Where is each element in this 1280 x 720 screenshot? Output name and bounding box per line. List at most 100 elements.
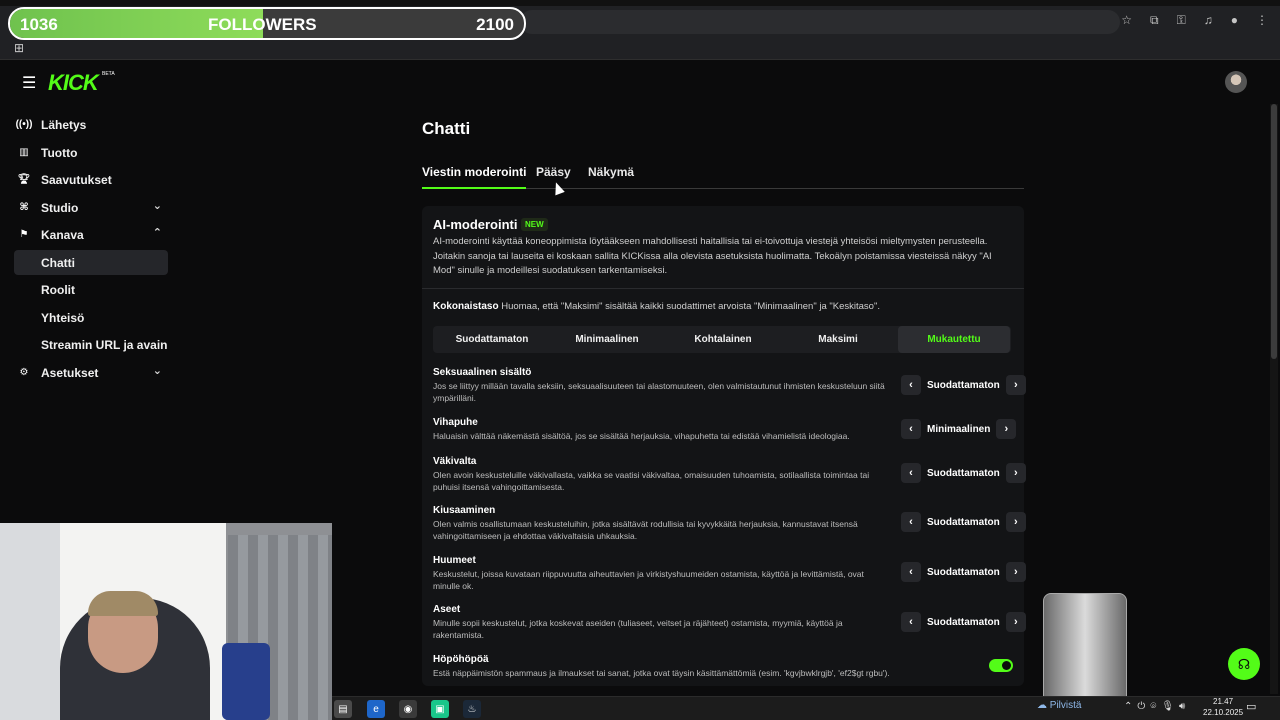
followers-current: 1036 (20, 15, 58, 34)
category-stepper: ‹ Suodattamaton › (901, 562, 1026, 582)
chevron-right-icon[interactable]: › (1005, 375, 1026, 395)
followers-label: FOLLOWERS (208, 15, 317, 34)
chevron-right-icon[interactable]: › (1005, 512, 1026, 532)
category-description: Keskustelut, joissa kuvataan riippuvuutt… (433, 569, 864, 591)
power-icon[interactable]: ⏻ (1137, 701, 1145, 712)
new-badge: NEW (521, 218, 548, 231)
file-explorer-icon[interactable]: ▤ (334, 700, 352, 718)
chevron-right-icon[interactable]: › (996, 419, 1017, 439)
webcam-chair (222, 643, 270, 720)
sidebar-item-label: Asetukset (41, 365, 99, 380)
sidebar-item-label: Roolit (41, 282, 75, 297)
chevron-right-icon[interactable]: › (1005, 463, 1026, 483)
sidebar-item-stream-url[interactable]: Streamin URL ja avain (14, 332, 168, 357)
ai-moderation-panel: AI-moderointi NEW AI-moderointi käyttää … (422, 206, 1026, 686)
chevron-down-icon: ⌄ (152, 365, 162, 377)
sidebar-item-label: Lähetys (41, 117, 87, 132)
sidebar-item-yhteiso[interactable]: Yhteisö (14, 305, 168, 330)
glass-object (1043, 593, 1127, 708)
sidebar-item-asetukset[interactable]: ⚙ Asetukset ⌄ (14, 360, 168, 385)
tab-bar: Viestin moderointi Pääsy Näkymä (422, 165, 1024, 189)
chevron-left-icon[interactable]: ‹ (901, 463, 921, 483)
microphone-icon[interactable]: 🎙︎ (1161, 701, 1174, 712)
star-icon[interactable]: ☆ (1121, 13, 1132, 27)
system-tray: ⌃ ⏻ ⌾ 🎙︎ 🔊︎ (1124, 701, 1185, 712)
sidebar-item-label: Studio (41, 200, 79, 215)
bookmarks-bar: ⊞ (0, 40, 1280, 60)
category-title: Vihapuhe (433, 417, 478, 428)
volume-icon[interactable]: 🔊︎ (1179, 701, 1185, 712)
tab-message-moderation[interactable]: Viestin moderointi (422, 165, 527, 189)
scrollbar-thumb[interactable] (1271, 104, 1277, 359)
sidebar-item-kanava[interactable]: ⚑ Kanava ⌃ (14, 222, 168, 247)
chevron-left-icon[interactable]: ‹ (901, 419, 921, 439)
level-option-maksimi[interactable]: Maksimi (782, 326, 894, 353)
category-title: Seksuaalinen sisältö (433, 367, 532, 378)
chevron-up-icon[interactable]: ⌃ (1124, 701, 1132, 712)
weather-widget[interactable]: ☁ Pilvistä (1037, 700, 1081, 711)
chevron-right-icon[interactable]: › (1005, 562, 1026, 582)
category-drugs: Huumeet Keskustelut, joissa kuvataan rii… (433, 555, 893, 592)
sidebar-item-label: Chatti (41, 255, 75, 270)
kick-logo[interactable]: KICK (48, 70, 99, 96)
toggle-knob (1002, 661, 1011, 670)
channel-icon: ⚑ (19, 229, 29, 240)
sidebar-item-label: Saavutukset (41, 172, 112, 187)
level-option-suodattamaton[interactable]: Suodattamaton (436, 326, 548, 353)
profile-icon[interactable]: ● (1231, 13, 1238, 27)
level-option-minimaalinen[interactable]: Minimaalinen (551, 326, 663, 353)
chevron-left-icon[interactable]: ‹ (901, 512, 921, 532)
category-sexual-content: Seksuaalinen sisältö Jos se liittyy mill… (433, 367, 893, 404)
address-bar[interactable] (520, 10, 1120, 34)
chevron-left-icon[interactable]: ‹ (901, 562, 921, 582)
chevron-left-icon[interactable]: ‹ (901, 612, 921, 632)
sidebar-item-tuotto[interactable]: ▥ Tuotto (14, 140, 168, 165)
beta-badge: BETA (102, 71, 115, 77)
apps-grid-icon[interactable]: ⊞ (14, 41, 24, 55)
sidebar-item-label: Kanava (41, 227, 84, 242)
steam-icon[interactable]: ♨ (463, 700, 481, 718)
category-value: Suodattamaton (927, 566, 1000, 578)
sidebar-item-lahetys[interactable]: ((•)) Lähetys (14, 112, 168, 137)
followers-goal-widget: 1036 FOLLOWERS 2100 (8, 7, 526, 40)
media-icon[interactable]: ♫ (1204, 13, 1213, 27)
browser-tabstrip (0, 0, 1280, 6)
category-description: Olen avoin keskusteluille väkivallasta, … (433, 470, 870, 492)
app-icon[interactable]: ▣ (431, 700, 449, 718)
notification-icon[interactable]: ▭ (1246, 700, 1256, 713)
level-option-mukautettu[interactable]: Mukautettu (898, 326, 1010, 353)
support-chat-button[interactable]: ☊ (1228, 648, 1260, 680)
category-violence: Väkivalta Olen avoin keskusteluille väki… (433, 456, 893, 493)
page-scrollbar[interactable] (1270, 104, 1278, 694)
chevron-right-icon[interactable]: › (1005, 612, 1026, 632)
sidebar-item-roolit[interactable]: Roolit (14, 277, 168, 302)
chrome-icon[interactable]: ◉ (399, 700, 417, 718)
sidebar-item-label: Tuotto (41, 145, 78, 160)
extensions-icon[interactable]: ⧉ (1150, 13, 1159, 27)
chevron-left-icon[interactable]: ‹ (901, 375, 921, 395)
menu-icon[interactable]: ⋮ (1256, 13, 1268, 27)
sidebar-item-studio[interactable]: ⌘ Studio ⌄ (14, 195, 168, 220)
divider (422, 288, 1024, 289)
ai-moderation-title: AI-moderointi (433, 217, 518, 232)
sidebar-item-label: Streamin URL ja avain (41, 337, 168, 352)
trophy-icon: 🏆︎ (17, 174, 31, 185)
user-avatar[interactable] (1225, 71, 1247, 93)
category-title: Huumeet (433, 555, 476, 566)
category-title: Aseet (433, 604, 461, 615)
network-icon[interactable]: ⌾ (1150, 701, 1156, 712)
weather-text: Pilvistä (1049, 700, 1082, 711)
gibberish-toggle[interactable] (989, 659, 1013, 672)
broadcast-icon: ((•)) (15, 119, 33, 130)
sidebar-item-saavutukset[interactable]: 🏆︎ Saavutukset (14, 167, 168, 192)
taskbar-clock[interactable]: 21.47 22.10.2025 (1203, 696, 1243, 718)
headset-icon: ☊ (1237, 655, 1251, 672)
hamburger-menu-icon[interactable]: ☰ (22, 73, 36, 93)
category-description: Haluaisin välttää näkemästä sisältöä, jo… (433, 431, 850, 441)
clock-date: 22.10.2025 (1203, 708, 1244, 717)
tab-view[interactable]: Näkymä (588, 165, 634, 189)
level-option-kohtalainen[interactable]: Kohtalainen (667, 326, 779, 353)
edge-icon[interactable]: e (367, 700, 385, 718)
key-icon[interactable]: ⚿ (1177, 13, 1186, 27)
sidebar-item-chatti[interactable]: Chatti (14, 250, 168, 275)
